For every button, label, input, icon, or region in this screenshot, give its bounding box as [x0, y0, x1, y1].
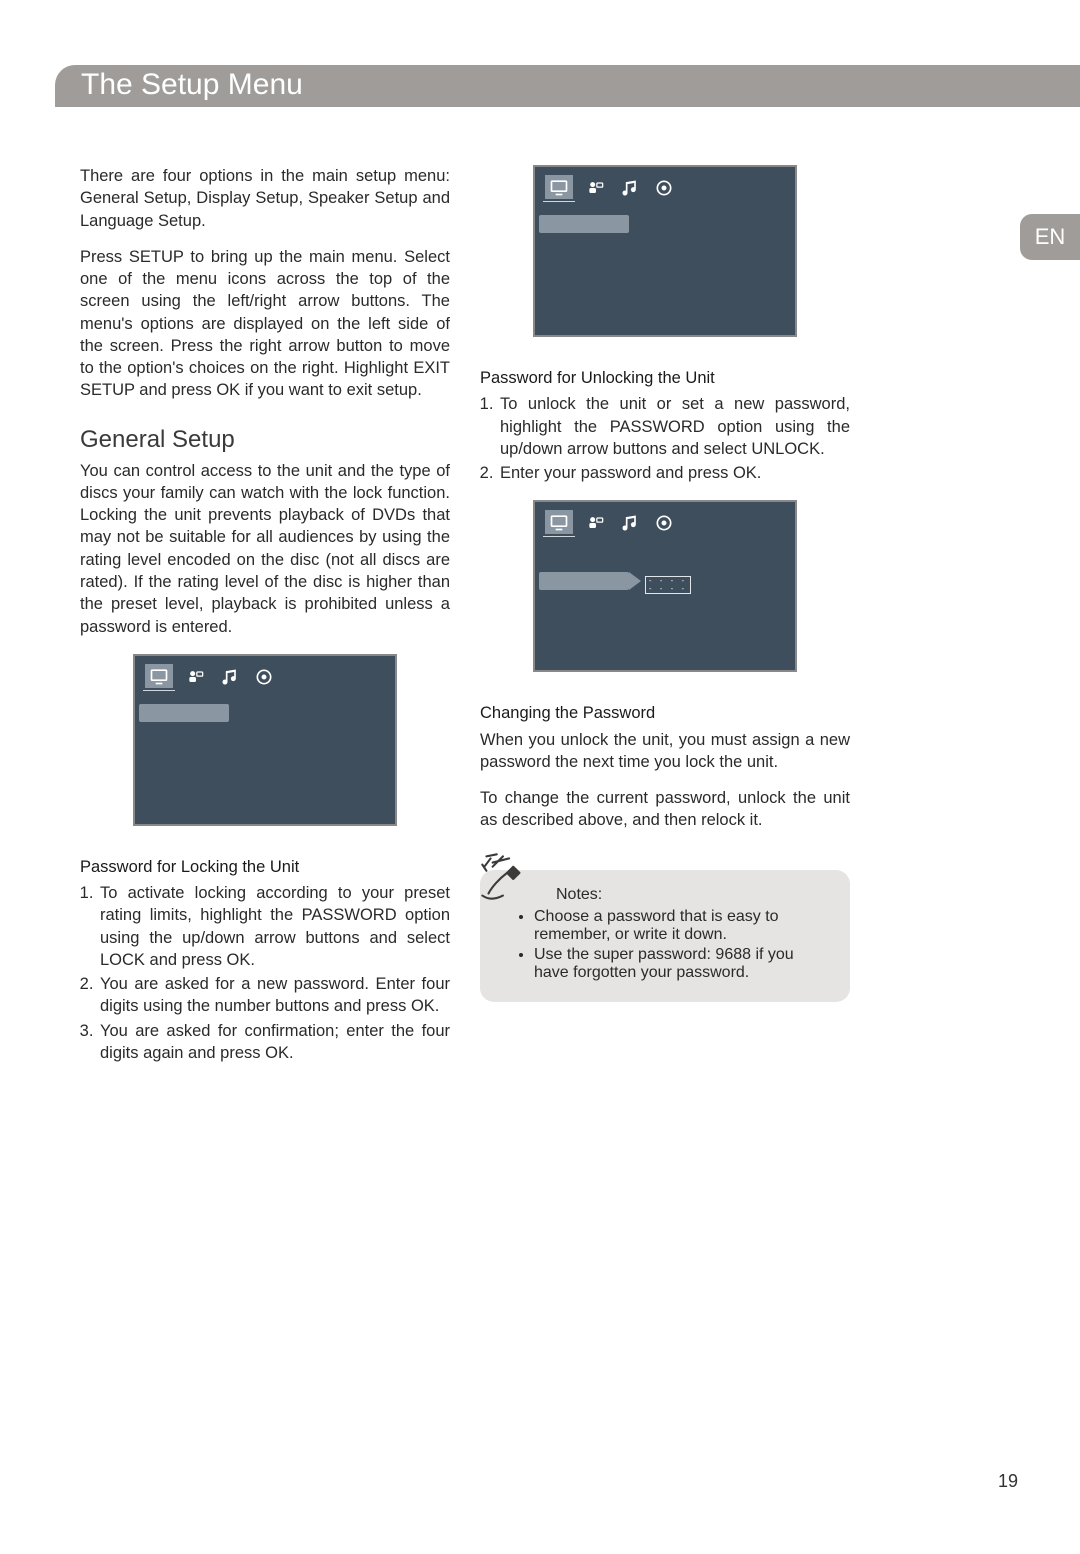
list-item: Choose a password that is easy to rememb… [534, 908, 830, 944]
header-bar: The Setup Menu [55, 65, 1080, 107]
tv-icon [145, 664, 173, 688]
people-icon [585, 177, 607, 199]
general-setup-heading: General Setup [80, 426, 450, 454]
change-password-p1: When you unlock the unit, you must assig… [480, 729, 850, 774]
list-item: To unlock the unit or set a new password… [498, 393, 850, 460]
disc-icon [253, 666, 275, 688]
lock-password-steps: To activate locking according to your pr… [80, 882, 450, 1064]
list-item: To activate locking according to your pr… [98, 882, 450, 971]
ui-screenshot-unlock [533, 165, 797, 337]
disc-icon [653, 177, 675, 199]
tv-icon [545, 510, 573, 534]
music-icon [619, 177, 641, 199]
notes-box: Notes: Choose a password that is easy to… [480, 870, 850, 1002]
ui-screenshot-password: - - - -- - - - [533, 500, 797, 672]
ui-screenshot-general [133, 654, 397, 826]
list-item: You are asked for a new password. Enter … [98, 973, 450, 1018]
intro-paragraph-2: Press SETUP to bring up the main menu. S… [80, 246, 450, 402]
people-icon [185, 666, 207, 688]
unlock-password-heading: Password for Unlocking the Unit [480, 367, 850, 389]
language-tab: EN [1020, 214, 1080, 260]
page-title: The Setup Menu [55, 65, 1080, 102]
people-icon [585, 512, 607, 534]
disc-icon [653, 512, 675, 534]
music-icon [619, 512, 641, 534]
notes-title: Notes: [556, 886, 830, 904]
lock-password-heading: Password for Locking the Unit [80, 856, 450, 878]
music-icon [219, 666, 241, 688]
list-item: You are asked for confirmation; enter th… [98, 1020, 450, 1065]
general-setup-paragraph: You can control access to the unit and t… [80, 460, 450, 638]
notes-list: Choose a password that is easy to rememb… [514, 908, 830, 982]
list-item: Use the super password: 9688 if you have… [534, 946, 830, 982]
change-password-heading: Changing the Password [480, 702, 850, 724]
page-number: 19 [998, 1471, 1018, 1492]
password-entry-box: - - - -- - - - [645, 576, 691, 594]
change-password-p2: To change the current password, unlock t… [480, 787, 850, 832]
list-item: Enter your password and press OK. [498, 462, 850, 484]
tv-icon [545, 175, 573, 199]
unlock-password-steps: To unlock the unit or set a new password… [480, 393, 850, 484]
hand-writing-icon [472, 844, 538, 915]
intro-paragraph-1: There are four options in the main setup… [80, 165, 450, 232]
